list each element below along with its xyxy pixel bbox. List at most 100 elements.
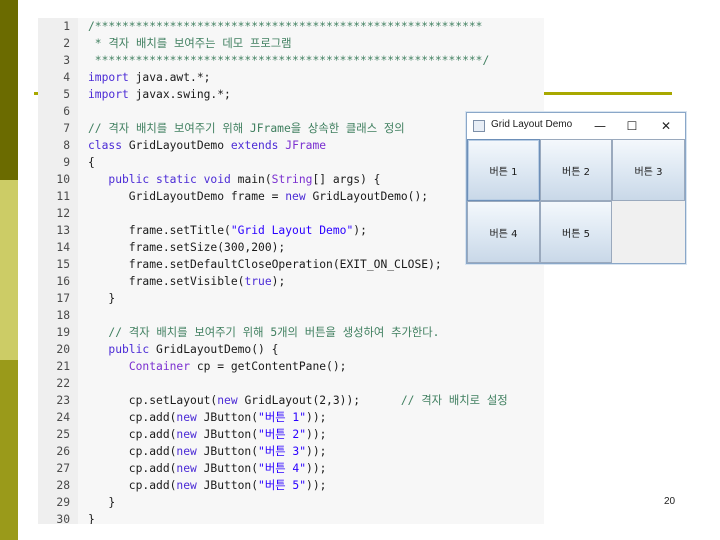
line-number: 20 bbox=[56, 343, 70, 356]
button-2[interactable]: 버튼 2 bbox=[540, 139, 612, 201]
code-token: GridLayoutDemo() { bbox=[149, 343, 279, 356]
code-token: "버튼 3" bbox=[258, 445, 307, 458]
code-token: import bbox=[88, 88, 129, 101]
code-text: cp.add(new JButton("버튼 1")); bbox=[88, 409, 327, 426]
code-text: frame.setSize(300,200); bbox=[88, 239, 285, 256]
line-number: 5 bbox=[63, 88, 70, 101]
line-number: 25 bbox=[56, 428, 70, 441]
code-token: [] args) { bbox=[312, 173, 381, 186]
code-token: /***************************************… bbox=[88, 20, 483, 33]
code-token: )); bbox=[306, 479, 327, 492]
button-1[interactable]: 버튼 1 bbox=[467, 139, 540, 201]
code-text: /***************************************… bbox=[88, 18, 482, 35]
slide-sidebar-bottom bbox=[0, 360, 18, 540]
grid-layout-demo-window: Grid Layout Demo — ☐ ✕ 버튼 1 버튼 2 버튼 3 버튼… bbox=[466, 112, 686, 264]
code-text: cp.setLayout(new GridLayout(2,3)); // 격자… bbox=[88, 392, 508, 409]
line-number: 16 bbox=[56, 275, 70, 288]
code-token: "버튼 4" bbox=[258, 462, 307, 475]
window-titlebar[interactable]: Grid Layout Demo — ☐ ✕ bbox=[467, 113, 685, 139]
code-token: JFrame bbox=[285, 139, 327, 152]
code-line: 5 import javax.swing.*; bbox=[38, 86, 544, 103]
minimize-icon[interactable]: — bbox=[591, 117, 609, 135]
code-token: cp.add( bbox=[88, 462, 177, 475]
code-token: "버튼 5" bbox=[258, 479, 307, 492]
code-token: main( bbox=[230, 173, 272, 186]
code-line: 27 cp.add(new JButton("버튼 4")); bbox=[38, 460, 544, 477]
window-title: Grid Layout Demo bbox=[491, 119, 573, 130]
line-number: 18 bbox=[56, 309, 70, 322]
code-text: public static void main(String[] args) { bbox=[88, 171, 380, 188]
line-number: 30 bbox=[56, 513, 70, 524]
line-number: 26 bbox=[56, 445, 70, 458]
code-line: 4 import java.awt.*; bbox=[38, 69, 544, 86]
code-token: JButton( bbox=[196, 445, 259, 458]
code-text: public GridLayoutDemo() { bbox=[88, 341, 278, 358]
code-line: 29 } bbox=[38, 494, 544, 511]
line-number: 15 bbox=[56, 258, 70, 271]
button-3[interactable]: 버튼 3 bbox=[612, 139, 685, 201]
code-line: 1 /**************************************… bbox=[38, 18, 544, 35]
maximize-icon[interactable]: ☐ bbox=[623, 117, 641, 135]
code-token: JButton( bbox=[196, 428, 259, 441]
code-token: } bbox=[88, 292, 116, 305]
line-number: 4 bbox=[63, 71, 70, 84]
code-line: 16 frame.setVisible(true); bbox=[38, 273, 544, 290]
line-number: 2 bbox=[63, 37, 70, 50]
code-line: 22 bbox=[38, 375, 544, 392]
code-text: class GridLayoutDemo extends JFrame bbox=[88, 137, 326, 154]
line-number: 12 bbox=[56, 207, 70, 220]
code-token: "버튼 1" bbox=[258, 411, 307, 424]
code-text: cp.add(new JButton("버튼 2")); bbox=[88, 426, 327, 443]
code-token: JButton( bbox=[196, 479, 259, 492]
code-token: GridLayoutDemo(); bbox=[305, 190, 429, 203]
code-token: java.awt.*; bbox=[128, 71, 211, 84]
code-token: cp = getContentPane(); bbox=[190, 360, 347, 373]
line-number: 14 bbox=[56, 241, 70, 254]
code-token: new bbox=[176, 462, 197, 475]
code-token: ); bbox=[271, 275, 286, 288]
code-line: 18 bbox=[38, 307, 544, 324]
code-token: "Grid Layout Demo" bbox=[230, 224, 354, 237]
button-5[interactable]: 버튼 5 bbox=[540, 201, 612, 263]
code-line: 2 * 격자 배치를 보여주는 데모 프로그램 bbox=[38, 35, 544, 52]
code-token: extends bbox=[230, 139, 279, 152]
code-text: frame.setTitle("Grid Layout Demo"); bbox=[88, 222, 367, 239]
code-token: } bbox=[88, 496, 116, 509]
line-number: 3 bbox=[63, 54, 70, 67]
close-icon[interactable]: ✕ bbox=[657, 117, 675, 135]
code-text: } bbox=[88, 494, 115, 511]
code-token: { bbox=[88, 156, 95, 169]
code-text: * 격자 배치를 보여주는 데모 프로그램 bbox=[88, 35, 292, 52]
code-token: ****************************************… bbox=[88, 54, 490, 67]
code-token: Container bbox=[128, 360, 191, 373]
line-number: 23 bbox=[56, 394, 70, 407]
code-listing: 1 /**************************************… bbox=[38, 18, 544, 524]
button-4[interactable]: 버튼 4 bbox=[467, 201, 540, 263]
code-line: 30} bbox=[38, 511, 544, 524]
code-token: JButton( bbox=[196, 411, 259, 424]
line-number: 17 bbox=[56, 292, 70, 305]
line-number: 8 bbox=[63, 139, 70, 152]
slide-sidebar-middle bbox=[0, 180, 18, 360]
code-token: class bbox=[88, 139, 123, 152]
code-line: 21 Container cp = getContentPane(); bbox=[38, 358, 544, 375]
slide-sidebar-top bbox=[0, 0, 18, 180]
line-number: 22 bbox=[56, 377, 70, 390]
java-app-icon bbox=[473, 120, 485, 132]
code-token: new bbox=[176, 445, 197, 458]
line-number: 13 bbox=[56, 224, 70, 237]
code-text: ****************************************… bbox=[88, 52, 489, 69]
code-text: { bbox=[88, 154, 95, 171]
code-token: // 격자 배치를 보여주기 위해 5개의 버튼을 생성하여 추가한다. bbox=[88, 326, 440, 339]
line-number: 6 bbox=[63, 105, 70, 118]
code-text: import javax.swing.*; bbox=[88, 86, 231, 103]
code-token: cp.add( bbox=[88, 428, 177, 441]
line-number: 19 bbox=[56, 326, 70, 339]
code-line: 17 } bbox=[38, 290, 544, 307]
code-token: public bbox=[108, 343, 150, 356]
code-token: new bbox=[176, 411, 197, 424]
line-number: 27 bbox=[56, 462, 70, 475]
code-token: new bbox=[176, 428, 197, 441]
